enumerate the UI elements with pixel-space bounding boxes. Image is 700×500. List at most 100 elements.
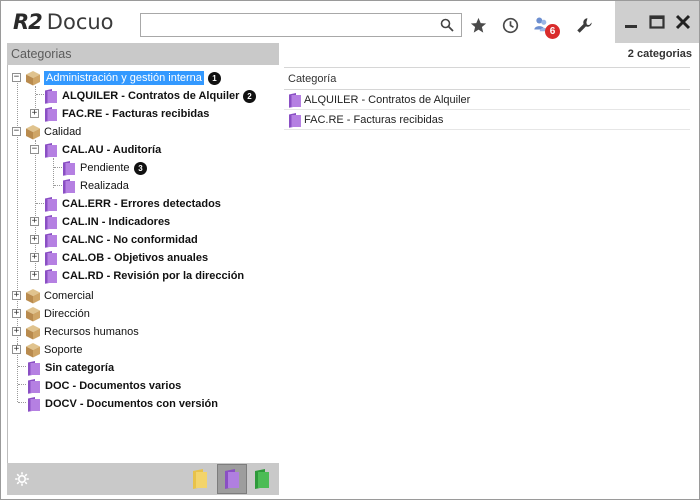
- collapse-icon[interactable]: −: [12, 127, 21, 136]
- box-icon: [26, 343, 40, 358]
- expand-icon[interactable]: +: [30, 217, 39, 226]
- tree-item[interactable]: + CAL.IN - Indicadores: [8, 213, 278, 231]
- tree-item-label: DOC - Documentos varios: [45, 380, 182, 392]
- clock-icon[interactable]: [499, 14, 521, 36]
- tree-item-label: Administración y gestión interna: [44, 71, 204, 85]
- grid-row[interactable]: ALQUILER - Contratos de Alquiler: [284, 90, 690, 110]
- tree-item-label: Recursos humanos: [44, 326, 139, 338]
- folder-icon: [45, 233, 57, 248]
- folder-icon: [63, 179, 75, 194]
- categories-toolbar: [7, 463, 279, 495]
- expand-icon[interactable]: +: [12, 309, 21, 318]
- grid-row-label: ALQUILER - Contratos de Alquiler: [304, 94, 471, 106]
- expand-icon[interactable]: +: [30, 253, 39, 262]
- app-logo: R2 Docuo: [13, 10, 114, 34]
- close-icon[interactable]: [673, 12, 693, 32]
- yellow-folder-icon[interactable]: [191, 468, 209, 490]
- categories-panel-title: Categorias: [7, 43, 279, 65]
- folder-icon: [45, 251, 57, 266]
- notification-badge[interactable]: 6: [545, 24, 560, 39]
- expand-icon[interactable]: +: [30, 235, 39, 244]
- tree-item[interactable]: − Administración y gestión interna 1: [8, 69, 278, 87]
- folder-icon: [45, 89, 57, 104]
- tree-item-label: Soporte: [44, 344, 83, 356]
- tree-item[interactable]: + CAL.RD - Revisión por la dirección: [8, 267, 278, 285]
- grid-row[interactable]: FAC.RE - Facturas recibidas: [284, 110, 690, 130]
- tree-item[interactable]: − Calidad: [8, 123, 278, 141]
- category-grid: Categoría ALQUILER - Contratos de Alquil…: [284, 67, 690, 130]
- category-list-panel: 2 categorias Categoría ALQUILER - Contra…: [280, 43, 694, 495]
- expand-icon[interactable]: +: [12, 291, 21, 300]
- category-count: 2 categorias: [627, 48, 692, 60]
- tree-item[interactable]: + CAL.NC - No conformidad: [8, 231, 278, 249]
- tree-item-label: Dirección: [44, 308, 90, 320]
- tree-item-label: CAL.ERR - Errores detectados: [62, 198, 221, 210]
- tree-item-label: CAL.NC - No conformidad: [62, 234, 198, 246]
- tree-item-label: CAL.RD - Revisión por la dirección: [62, 270, 245, 282]
- tree-item-label: CAL.IN - Indicadores: [62, 216, 171, 228]
- tree-item[interactable]: Sin categoría: [8, 359, 278, 377]
- tree-item[interactable]: DOC - Documentos varios: [8, 377, 278, 395]
- logo-mark: R2: [13, 10, 43, 34]
- wrench-icon[interactable]: [573, 14, 595, 36]
- box-icon: [26, 307, 40, 322]
- tree-item-label: Pendiente: [80, 162, 130, 174]
- expand-icon[interactable]: +: [12, 345, 21, 354]
- gear-icon[interactable]: [14, 471, 30, 487]
- logo-name: Docuo: [46, 10, 114, 34]
- callout-number: 1: [208, 72, 221, 85]
- tree-item[interactable]: Realizada: [8, 177, 278, 195]
- app-window: R2 Docuo 6 Categorias − Administración y…: [0, 0, 700, 500]
- tree-item-label: DOCV - Documentos con versión: [45, 398, 218, 410]
- folder-icon: [45, 269, 57, 284]
- search-input[interactable]: [145, 17, 435, 33]
- tree-item[interactable]: CAL.ERR - Errores detectados: [8, 195, 278, 213]
- purple-folder-button[interactable]: [217, 464, 247, 494]
- tree-item-label: Realizada: [80, 180, 129, 192]
- purple-folder-icon: [225, 469, 239, 489]
- box-icon: [26, 289, 40, 304]
- tree-item[interactable]: + Dirección: [8, 305, 278, 323]
- minimize-icon[interactable]: [621, 12, 641, 32]
- tree-item[interactable]: + Recursos humanos: [8, 323, 278, 341]
- title-bar: R2 Docuo 6: [1, 1, 699, 43]
- column-header-categoria[interactable]: Categoría: [284, 68, 690, 90]
- folder-icon: [45, 197, 57, 212]
- green-folder-icon[interactable]: [253, 468, 271, 490]
- search-icon[interactable]: [440, 18, 454, 32]
- folder-icon: [45, 143, 57, 158]
- category-tree: − Administración y gestión interna 1 ALQUIL…: [7, 65, 279, 463]
- folder-icon: [289, 93, 301, 108]
- callout-number: 2: [243, 90, 256, 103]
- expand-icon[interactable]: +: [30, 271, 39, 280]
- tree-item[interactable]: + FAC.RE - Facturas recibidas: [8, 105, 278, 123]
- star-icon[interactable]: [467, 14, 489, 36]
- grid-row-label: FAC.RE - Facturas recibidas: [304, 114, 444, 126]
- tree-item[interactable]: ALQUILER - Contratos de Alquiler 2: [8, 87, 278, 105]
- tree-item[interactable]: + Soporte: [8, 341, 278, 359]
- expand-icon[interactable]: +: [30, 109, 39, 118]
- window-controls: [615, 1, 699, 43]
- maximize-icon[interactable]: [647, 12, 667, 32]
- collapse-icon[interactable]: −: [12, 73, 21, 82]
- tree-item[interactable]: + Comercial: [8, 287, 278, 305]
- expand-icon[interactable]: +: [12, 327, 21, 336]
- collapse-icon[interactable]: −: [30, 145, 39, 154]
- list-header: 2 categorias: [280, 43, 694, 65]
- folder-icon: [28, 397, 40, 412]
- folder-icon: [28, 379, 40, 394]
- tree-item-label: Sin categoría: [45, 362, 115, 374]
- tree-item[interactable]: DOCV - Documentos con versión: [8, 395, 278, 413]
- tree-item[interactable]: − CAL.AU - Auditoría: [8, 141, 278, 159]
- callout-number: 3: [134, 162, 147, 175]
- search-box[interactable]: [140, 13, 462, 37]
- box-icon: [26, 125, 40, 140]
- folder-icon: [289, 113, 301, 128]
- tree-item[interactable]: Pendiente 3: [8, 159, 278, 177]
- box-icon: [26, 325, 40, 340]
- tree-item[interactable]: + CAL.OB - Objetivos anuales: [8, 249, 278, 267]
- folder-icon: [45, 215, 57, 230]
- folder-icon: [63, 161, 75, 176]
- tree-item-label: ALQUILER - Contratos de Alquiler: [62, 90, 240, 102]
- box-icon: [26, 71, 40, 86]
